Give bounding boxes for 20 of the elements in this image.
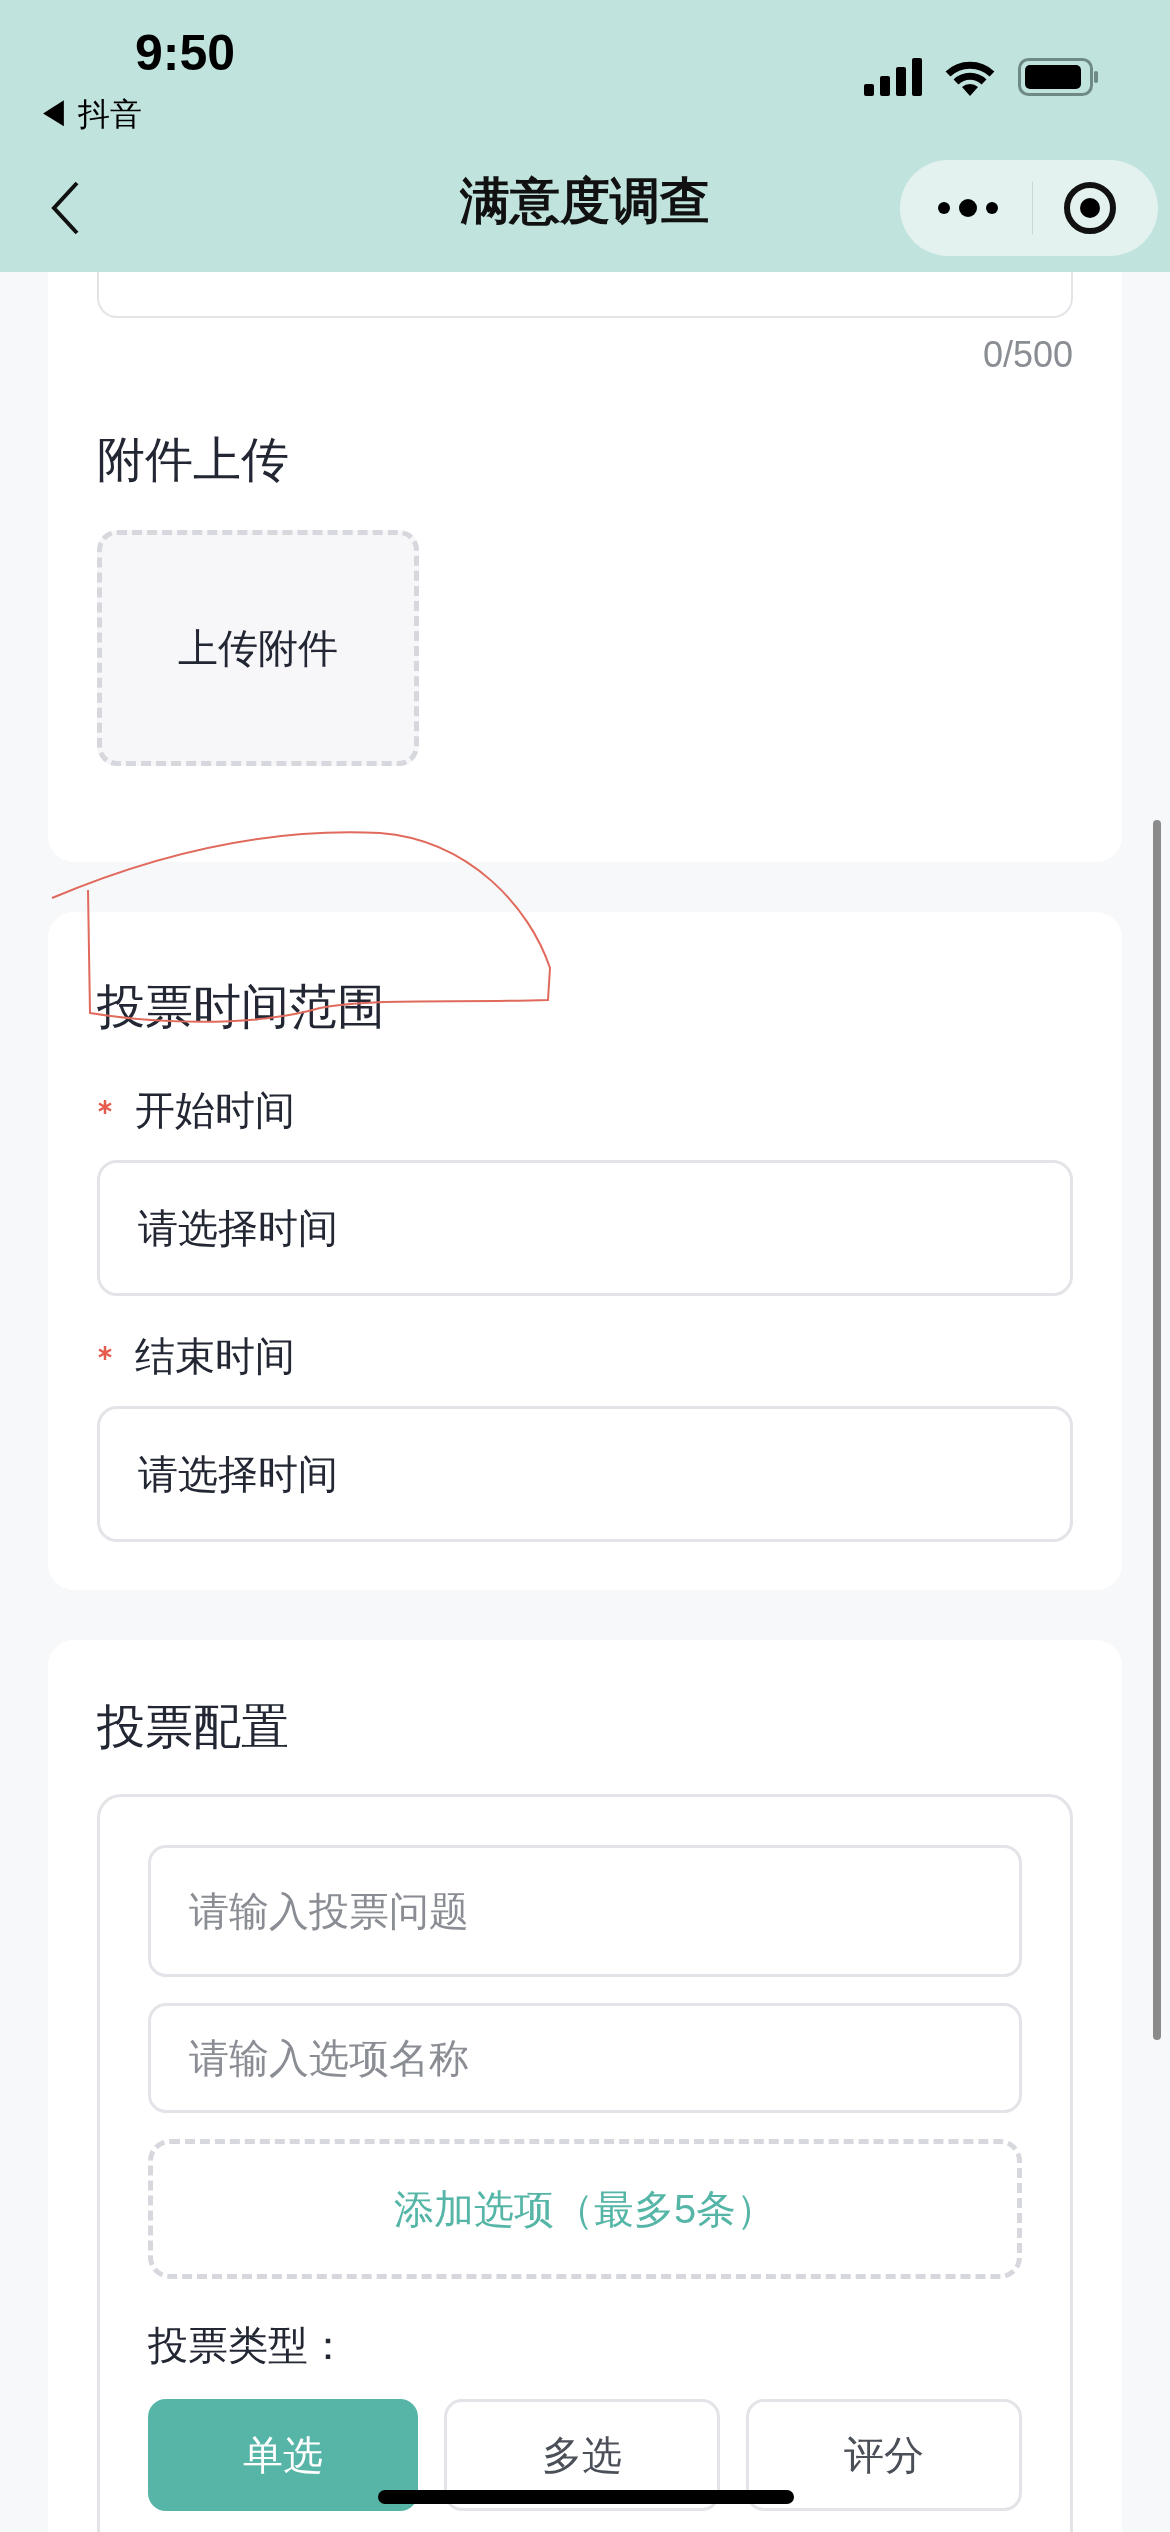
field-label: 结束时间 xyxy=(135,1333,295,1380)
character-counter: 0/500 xyxy=(982,333,1073,377)
field-label: 开始时间 xyxy=(135,1087,295,1134)
vote-type-option[interactable]: 评分 xyxy=(746,2399,1022,2511)
status-time: 9:50 xyxy=(135,28,236,78)
option-field[interactable]: 请输入选项名称 xyxy=(148,2003,1022,2113)
section-title: 投票配置 xyxy=(97,1699,290,1755)
time-picker-field[interactable]: 请选择时间 xyxy=(97,1160,1073,1296)
back-icon[interactable] xyxy=(50,180,80,236)
more-icon[interactable] xyxy=(936,198,1000,218)
battery-icon xyxy=(1018,58,1100,96)
question-field[interactable]: 请输入投票问题 xyxy=(148,1845,1022,1977)
vote-type-label: 投票类型： xyxy=(148,2322,349,2369)
back-to-app-link[interactable]: ◀ 抖音 xyxy=(37,90,236,138)
time-picker-field[interactable]: 请选择时间 xyxy=(97,1406,1073,1542)
signal-icon xyxy=(864,58,922,96)
close-mini-program-icon[interactable] xyxy=(1063,181,1117,235)
upload-button[interactable]: 上传附件 xyxy=(97,530,419,766)
section-title: 附件上传 xyxy=(97,432,290,488)
page-title: 满意度调查 xyxy=(460,171,710,231)
